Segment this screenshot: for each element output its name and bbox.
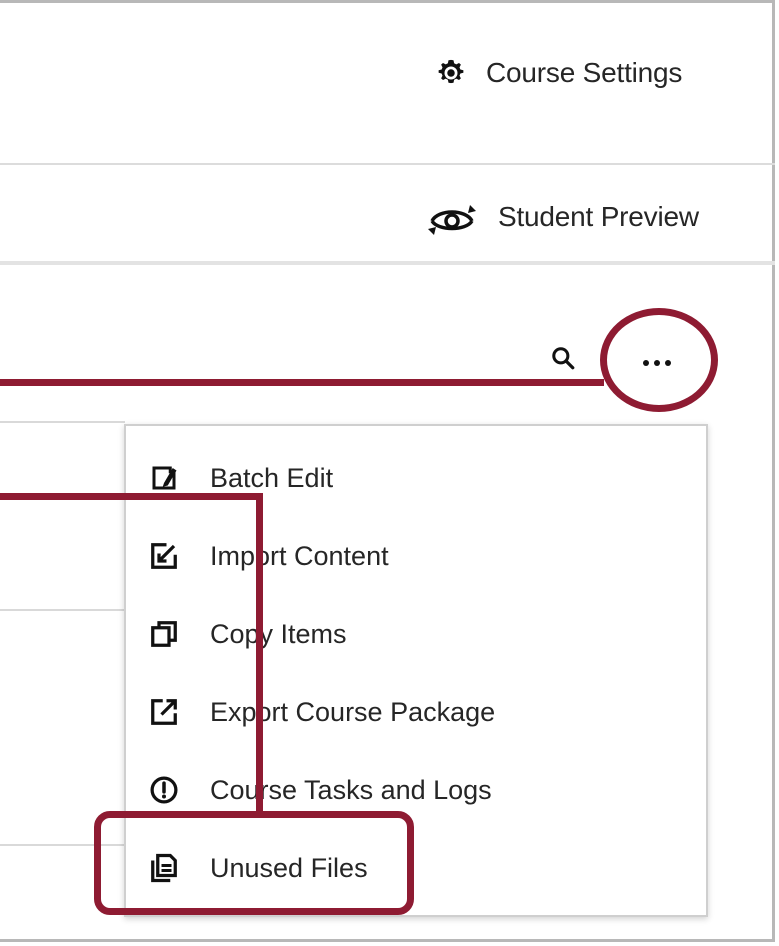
copy-icon [148,618,180,650]
alert-circle-icon [148,774,180,806]
annotation-line [0,379,604,386]
student-preview-button[interactable]: Student Preview [424,195,699,239]
search-button[interactable] [546,343,580,377]
menu-item-label: Course Tasks and Logs [210,774,492,805]
menu-item-label: Import Content [210,540,389,571]
course-settings-label: Course Settings [486,57,683,88]
gear-icon [432,54,470,92]
export-icon [148,696,180,728]
menu-item-export-course-package[interactable]: Export Course Package [126,682,706,742]
eye-refresh-icon [424,195,480,239]
student-preview-label: Student Preview [498,201,699,232]
import-icon [148,540,180,572]
batch-edit-icon [148,462,180,494]
menu-item-label: Export Course Package [210,696,496,727]
annotation-line [256,493,263,813]
course-page-frame: Course Settings Student Preview Batch Ed… [0,0,775,942]
section-divider [0,261,775,265]
course-settings-button[interactable]: Course Settings [432,53,682,93]
menu-item-label: Batch Edit [210,462,334,493]
content-row-divider [0,609,125,611]
annotation-circle-more-options [600,308,718,412]
screen: Course Settings Student Preview Batch Ed… [0,0,779,946]
content-row-divider [0,421,125,423]
search-icon [550,345,576,376]
menu-item-label: Copy Items [210,618,347,649]
annotation-line [0,493,262,500]
menu-item-import-content[interactable]: Import Content [126,526,706,586]
menu-item-copy-items[interactable]: Copy Items [126,604,706,664]
annotation-box-unused-files [94,811,414,915]
